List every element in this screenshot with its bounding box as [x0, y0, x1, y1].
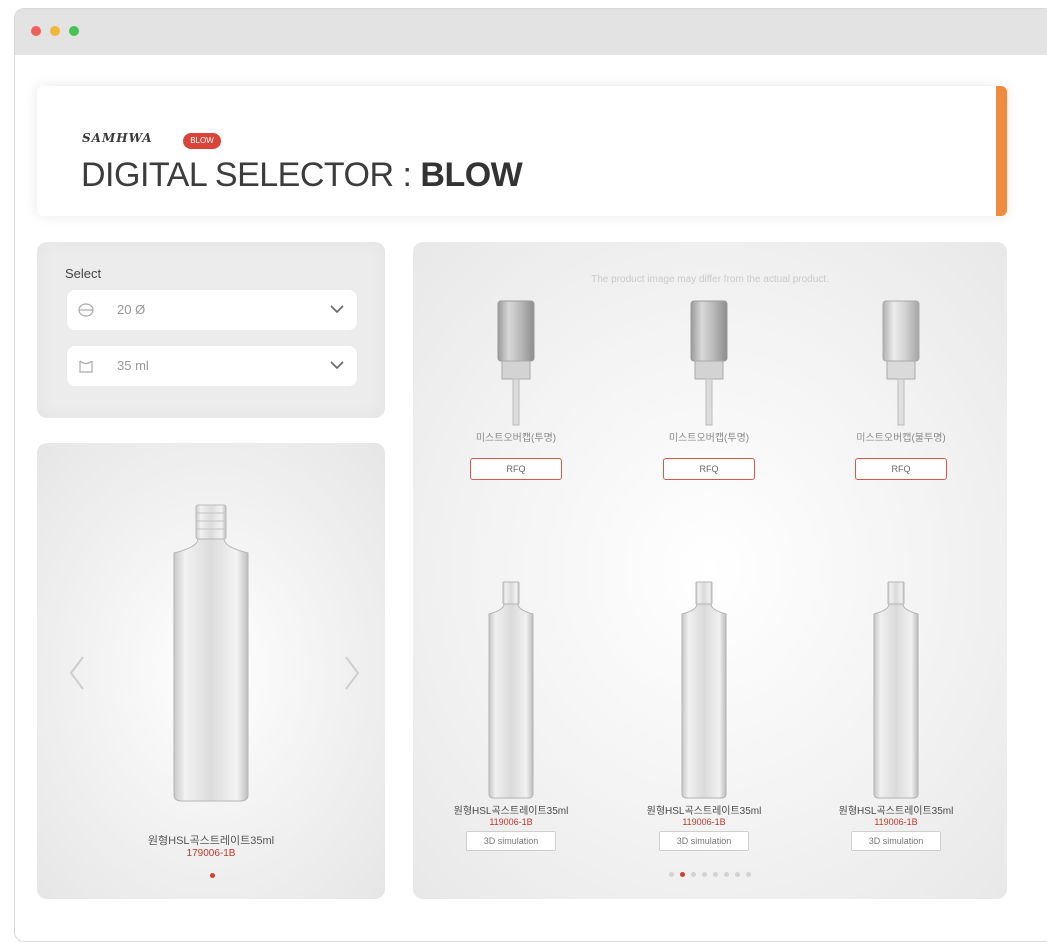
- brand-logo: SAMHWA: [82, 131, 153, 145]
- chevron-down-icon: [330, 361, 344, 370]
- chevron-right-icon[interactable]: [342, 653, 362, 693]
- bottle-code: 119006-1B: [489, 817, 533, 827]
- pager-dot-active[interactable]: [680, 872, 685, 877]
- preview-pager-dot[interactable]: [210, 873, 215, 878]
- selector-panel: Select 20 Ø 35 ml: [37, 242, 385, 418]
- chevron-down-icon: [330, 305, 344, 314]
- category-badge: BLOW: [183, 133, 221, 149]
- bottle-image: [488, 581, 534, 799]
- bottle-card: 원형HSL곡스트레이트35ml 119006-1B 3D simulation: [821, 580, 971, 851]
- 3d-simulation-button[interactable]: 3D simulation: [659, 831, 749, 851]
- maximize-window-button[interactable]: [69, 26, 79, 36]
- rfq-button[interactable]: RFQ: [470, 458, 562, 480]
- product-bottle-image: [173, 504, 249, 802]
- pump-card: 미스트오버캡(투명) RFQ: [649, 297, 769, 480]
- rfq-button[interactable]: RFQ: [855, 458, 947, 480]
- bottle-icon: [79, 360, 93, 373]
- bottle-image: [681, 581, 727, 799]
- pump-card: 미스트오버캡(투명) RFQ: [456, 297, 576, 480]
- bottle-card: 원형HSL곡스트레이트35ml 119006-1B 3D simulation: [629, 580, 779, 851]
- close-window-button[interactable]: [31, 26, 41, 36]
- neck-size-select[interactable]: 20 Ø: [67, 290, 357, 330]
- rfq-button[interactable]: RFQ: [663, 458, 755, 480]
- pager-dot[interactable]: [702, 872, 707, 877]
- bottle-image: [873, 581, 919, 799]
- pump-image: [882, 300, 920, 426]
- volume-select[interactable]: 35 ml: [67, 346, 357, 386]
- bottle-name: 원형HSL곡스트레이트35ml: [838, 806, 954, 817]
- bottle-card: 원형HSL곡스트레이트35ml 119006-1B 3D simulation: [436, 580, 586, 851]
- pager-dot[interactable]: [735, 872, 740, 877]
- bottle-name: 원형HSL곡스트레이트35ml: [453, 806, 569, 817]
- 3d-simulation-button[interactable]: 3D simulation: [851, 831, 941, 851]
- product-catalog-panel: The product image may differ from the ac…: [413, 242, 1007, 899]
- catalog-pager: [413, 872, 1007, 877]
- bottle-code: 119006-1B: [682, 817, 726, 827]
- pager-dot[interactable]: [691, 872, 696, 877]
- page-title-prefix: DIGITAL SELECTOR: [81, 156, 394, 194]
- minimize-window-button[interactable]: [50, 26, 60, 36]
- neck-size-value: 20 Ø: [117, 302, 146, 317]
- pump-name: 미스트오버캡(투명): [668, 433, 750, 444]
- product-preview-panel: 원형HSL곡스트레이트35ml 179006-1B: [37, 443, 385, 899]
- select-label: Select: [65, 266, 102, 281]
- page-title-separator: :: [393, 156, 421, 194]
- pump-image: [497, 300, 535, 426]
- preview-product-name: 원형HSL곡스트레이트35ml: [147, 835, 275, 847]
- pump-image: [690, 300, 728, 426]
- image-disclaimer: The product image may differ from the ac…: [591, 274, 829, 285]
- pump-name: 미스트오버캡(투명): [475, 433, 557, 444]
- page-title-main: BLOW: [420, 156, 523, 194]
- page-title: DIGITAL SELECTOR : BLOW: [81, 156, 523, 195]
- bottle-code: 119006-1B: [874, 817, 918, 827]
- pump-card: 미스트오버캡(불투명) RFQ: [841, 297, 961, 480]
- 3d-simulation-button[interactable]: 3D simulation: [466, 831, 556, 851]
- preview-product-code: 179006-1B: [186, 848, 236, 859]
- pump-name: 미스트오버캡(불투명): [856, 433, 946, 444]
- cap-icon: [78, 303, 94, 317]
- volume-value: 35 ml: [117, 358, 149, 373]
- bottle-name: 원형HSL곡스트레이트35ml: [646, 806, 762, 817]
- page-header: SAMHWA BLOW DIGITAL SELECTOR : BLOW: [37, 86, 1007, 216]
- pager-dot[interactable]: [724, 872, 729, 877]
- pager-dot[interactable]: [746, 872, 751, 877]
- chevron-left-icon[interactable]: [67, 653, 87, 693]
- pager-dot[interactable]: [713, 872, 718, 877]
- pager-dot[interactable]: [669, 872, 674, 877]
- window-titlebar: [15, 9, 1047, 55]
- header-accent-bar: [996, 86, 1007, 216]
